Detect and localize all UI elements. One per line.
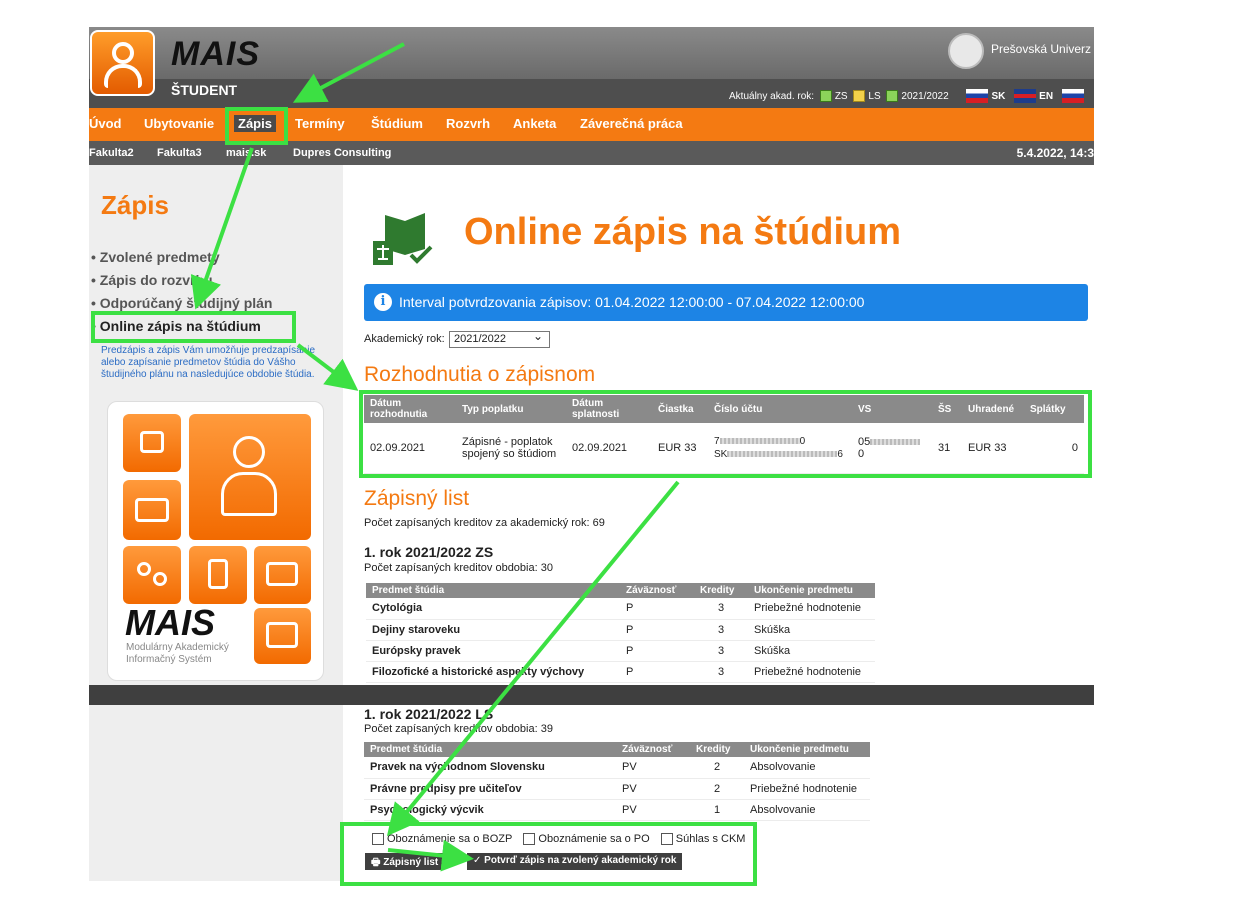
enrollment-icon: [373, 213, 433, 265]
highlight-confirm-area: [340, 822, 757, 886]
table-row: Psychologický výcvik PV 1 Absolvovanie: [364, 799, 870, 821]
nav-item-zaverecna-praca[interactable]: Záverečná práca: [580, 116, 683, 131]
sheet-title: Zápisný list: [364, 487, 470, 510]
info-icon: i: [374, 293, 392, 311]
winter-term-icon: [819, 90, 832, 102]
highlight-zapis-nav: [225, 107, 288, 145]
university-seal-icon: [948, 33, 984, 69]
academic-year-select[interactable]: 2021/2022: [449, 329, 550, 348]
sidebar: Zápis • Zvolené predmety • Zápis do rozv…: [89, 165, 343, 881]
current-year[interactable]: 2021/2022: [901, 91, 948, 102]
gear-small-icon: [153, 572, 167, 586]
subnav-item-fakulta2[interactable]: Fakulta2: [89, 147, 134, 159]
subjects-table-ls: Predmet štúdia Záväznosť Kredity Ukončen…: [364, 742, 870, 821]
table-row: Pravek na východnom Slovensku PV 2 Absolvov…: [364, 757, 870, 779]
lang-sk[interactable]: SK: [991, 91, 1005, 102]
subject-header: Ukončenie predmetu: [748, 583, 875, 598]
summer-term-icon: [853, 90, 866, 102]
term-zs[interactable]: ZS: [835, 91, 848, 102]
app-name: MAIS: [171, 35, 260, 73]
subject-header: Záväznosť: [616, 742, 690, 757]
nav-item-anketa[interactable]: Anketa: [513, 116, 556, 131]
nav-item-rozvrh[interactable]: Rozvrh: [446, 116, 490, 131]
subjects-table-zs: Predmet štúdia Záväznosť Kredity Ukončen…: [366, 583, 875, 683]
subject-header: Záväznosť: [620, 583, 694, 598]
sidebar-item-odporucany-plan[interactable]: • Odporúčaný študijný plán: [91, 295, 272, 311]
nav-item-studium[interactable]: Štúdium: [371, 116, 423, 131]
table-row: Právne predpisy pre učiteľov PV 2 Priebežné…: [364, 778, 870, 800]
ru-flag-icon[interactable]: [1061, 89, 1084, 103]
uk-flag-icon[interactable]: [1014, 89, 1037, 103]
year-icon: [886, 90, 899, 102]
page-divider: [89, 685, 1094, 705]
id-card-icon: [266, 562, 298, 586]
sidebar-title: Zápis: [101, 190, 169, 220]
sidebar-item-zvolene-predmety[interactable]: • Zvolené predmety: [91, 249, 220, 265]
nav-item-ubytovanie[interactable]: Ubytovanie: [144, 116, 214, 131]
app-logo-icon[interactable]: [90, 30, 155, 96]
table-row: Filozofické a historické aspekty výchovy…: [366, 661, 875, 683]
subnav-item-dupres[interactable]: Dupres Consulting: [293, 147, 391, 159]
sidebar-item-zapis-do-rozvrhu[interactable]: • Zápis do rozvrhu: [91, 272, 213, 288]
nav-item-terminy[interactable]: Termíny: [295, 116, 345, 131]
table-row: Cytológia P 3 Priebežné hodnotenie: [366, 598, 875, 620]
nav-item-uvod[interactable]: Úvod: [89, 116, 122, 131]
term-ls[interactable]: LS: [868, 91, 880, 102]
chat-icon: [266, 622, 298, 648]
org-chart-icon: [140, 431, 164, 453]
semester-credits-zs: Počet zapísaných kreditov obdobia: 30: [364, 562, 553, 574]
acad-year-label: Aktuálny akad. rok:: [729, 90, 815, 102]
semester-title-zs: 1. rok 2021/2022 ZS: [364, 544, 494, 560]
document-icon: [208, 559, 228, 589]
tile-chat[interactable]: [254, 608, 311, 664]
tile-org-chart[interactable]: [123, 414, 181, 472]
current-datetime: 5.4.2022, 14:3: [1016, 146, 1094, 160]
table-row: Dejiny staroveku P 3 Skúška: [366, 619, 875, 641]
mais-brand: MAIS: [125, 602, 215, 643]
student-body-icon: [221, 472, 277, 516]
subject-header: Ukončenie predmetu: [744, 742, 870, 757]
semester-title-ls: 1. rok 2021/2022 LS: [364, 706, 494, 722]
tile-book[interactable]: [123, 480, 181, 540]
info-text: Interval potvrdzovania zápisov: 01.04.20…: [399, 294, 865, 310]
sidebar-description: Predzápis a zápis Vám umožňuje predzapís…: [101, 345, 316, 380]
page-title: Online zápis na štúdium: [464, 211, 902, 253]
mais-tile-panel: MAIS Modulárny Akademický Informačný Sys…: [107, 401, 324, 681]
table-row: Európsky pravek P 3 Skúška: [366, 640, 875, 662]
tile-id-card[interactable]: [254, 546, 311, 604]
book-icon: [135, 498, 169, 522]
gear-icon: [137, 562, 151, 576]
subject-header: Kredity: [694, 583, 748, 598]
tile-student-profile[interactable]: [189, 414, 311, 540]
subject-header: Kredity: [690, 742, 744, 757]
academic-year-indicator: Aktuálny akad. rok: ZS LS 2021/2022 SK E…: [729, 89, 1087, 103]
year-label: Akademický rok:: [364, 333, 445, 345]
header: MAIS ŠTUDENT Prešovská Univerz Aktuálny …: [89, 27, 1094, 108]
subnav-item-mais[interactable]: mais.sk: [226, 147, 266, 159]
lang-en[interactable]: EN: [1039, 91, 1053, 102]
semester-credits-ls: Počet zapísaných kreditov obdobia: 39: [364, 723, 553, 735]
highlight-fee-table: [359, 390, 1092, 478]
decisions-title: Rozhodnutia o zápisnom: [364, 363, 596, 386]
subject-header: Predmet štúdia: [366, 583, 620, 598]
mais-brand-subtitle: Modulárny Akademický Informačný Systém: [126, 642, 229, 665]
student-head-icon: [233, 436, 265, 468]
sk-flag-icon[interactable]: [966, 89, 989, 103]
subnav-item-fakulta3[interactable]: Fakulta3: [157, 147, 202, 159]
university-name[interactable]: Prešovská Univerz: [991, 42, 1091, 56]
tile-document[interactable]: [189, 546, 247, 604]
role-label: ŠTUDENT: [171, 82, 238, 98]
highlight-online-zapis: [91, 311, 296, 343]
subject-header: Predmet štúdia: [364, 742, 616, 757]
info-banner: i Interval potvrdzovania zápisov: 01.04.…: [364, 284, 1088, 321]
tile-settings[interactable]: [123, 546, 181, 604]
sheet-credits: Počet zapísaných kreditov za akademický …: [364, 517, 605, 529]
